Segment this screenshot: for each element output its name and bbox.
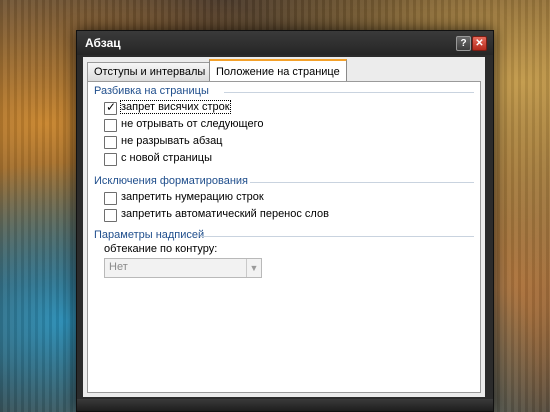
wrap-label: обтекание по контуру:: [104, 243, 218, 255]
chevron-down-icon[interactable]: ▼: [246, 259, 261, 277]
checkbox-box[interactable]: [104, 153, 117, 166]
checkbox-label: запрет висячих строк: [120, 100, 231, 114]
section-title-textbox-options: Параметры надписей: [94, 229, 205, 241]
checkbox-label: не разрывать абзац: [121, 135, 223, 147]
section-divider: [224, 92, 474, 93]
dialog-footer: [77, 399, 493, 411]
close-button[interactable]: ✕: [472, 36, 487, 51]
checkbox-box[interactable]: [104, 209, 117, 222]
section-divider: [250, 182, 474, 183]
section-divider: [200, 236, 474, 237]
tab-panel: Разбивка на страницы запрет висячих стро…: [87, 81, 481, 393]
dialog-title: Абзац: [85, 36, 121, 50]
checkbox-box[interactable]: [104, 136, 117, 149]
section-title-formatting-exceptions: Исключения форматирования: [94, 175, 249, 187]
paragraph-dialog: Абзац ? ✕ Отступы и интервалы Положение …: [76, 30, 494, 412]
title-bar: Абзац ? ✕: [77, 31, 493, 55]
checkbox-box[interactable]: [104, 192, 117, 205]
checkbox-label: запретить автоматический перенос слов: [121, 208, 329, 220]
wrap-select[interactable]: Нет ▼: [104, 258, 262, 278]
tab-indents-spacing[interactable]: Отступы и интервалы: [87, 62, 213, 81]
checkbox-box[interactable]: [104, 100, 117, 115]
wrap-select-value: Нет: [109, 261, 128, 273]
tab-line-page-breaks[interactable]: Положение на странице: [209, 59, 347, 83]
checkbox-label: с новой страницы: [121, 152, 212, 164]
checkbox-label: не отрывать от следующего: [121, 118, 264, 130]
checkbox-box[interactable]: [104, 119, 117, 132]
section-title-pagination: Разбивка на страницы: [94, 85, 209, 97]
dialog-client-area: Отступы и интервалы Положение на страниц…: [83, 57, 485, 397]
help-button[interactable]: ?: [456, 36, 471, 51]
checkbox-label: запретить нумерацию строк: [121, 191, 264, 203]
